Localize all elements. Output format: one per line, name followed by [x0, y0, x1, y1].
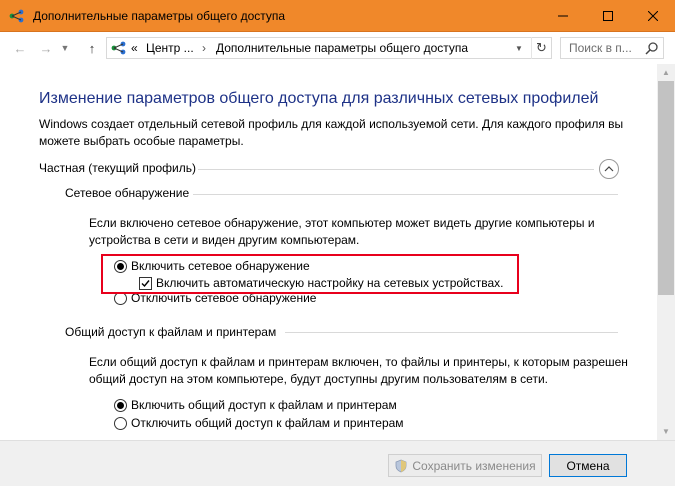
- address-dropdown-icon[interactable]: ▼: [511, 37, 527, 59]
- breadcrumb-current[interactable]: Дополнительные параметры общего доступа: [216, 41, 468, 55]
- refresh-icon[interactable]: ↻: [531, 37, 551, 59]
- footer-bar: Сохранить изменения Отмена: [0, 440, 675, 486]
- search-icon[interactable]: [645, 41, 659, 55]
- history-chevron-icon[interactable]: ▼: [60, 40, 70, 56]
- minimize-button[interactable]: [540, 0, 585, 31]
- content-area: Изменение параметров общего доступа для …: [0, 64, 657, 440]
- up-arrow-icon[interactable]: ↑: [84, 40, 100, 56]
- back-arrow-icon[interactable]: ←: [12, 40, 28, 56]
- collapse-button[interactable]: [599, 159, 619, 179]
- radio-label: Включить общий доступ к файлам и принтер…: [131, 398, 397, 412]
- search-input[interactable]: Поиск в п...: [560, 37, 664, 59]
- maximize-button[interactable]: [585, 0, 630, 31]
- breadcrumb-chevron-icon[interactable]: ›: [202, 41, 206, 55]
- radio-sharing-on[interactable]: Включить общий доступ к файлам и принтер…: [114, 397, 397, 413]
- save-button-label: Сохранить изменения: [412, 458, 536, 473]
- forward-arrow-icon[interactable]: →: [38, 40, 54, 56]
- title-bar: Дополнительные параметры общего доступа: [0, 0, 675, 32]
- profile-label: Частная (текущий профиль): [39, 161, 197, 175]
- profile-divider: [198, 169, 594, 170]
- breadcrumb-network-center[interactable]: Центр ...: [146, 41, 194, 55]
- shield-icon: [394, 459, 408, 473]
- network-icon: [9, 9, 25, 23]
- breadcrumb-overflow[interactable]: «: [131, 41, 138, 55]
- highlight-box: [101, 254, 519, 294]
- radio-button[interactable]: [114, 398, 127, 412]
- section-text-discovery: Если включено сетевое обнаружение, этот …: [89, 216, 595, 247]
- radio-sharing-off[interactable]: Отключить общий доступ к файлам и принте…: [114, 415, 404, 431]
- section-title-discovery: Сетевое обнаружение: [65, 186, 190, 200]
- section-title-sharing: Общий доступ к файлам и принтерам: [65, 325, 277, 339]
- scroll-down-icon[interactable]: ▼: [657, 423, 675, 440]
- cancel-button[interactable]: Отмена: [549, 454, 627, 477]
- section-text-sharing: Если общий доступ к файлам и принтерам в…: [89, 355, 628, 386]
- radio-button[interactable]: [114, 416, 127, 430]
- scrollbar-thumb[interactable]: [658, 81, 674, 295]
- window-title: Дополнительные параметры общего доступа: [33, 9, 286, 23]
- network-icon: [111, 41, 127, 55]
- search-placeholder: Поиск в п...: [569, 41, 632, 55]
- scroll-up-icon[interactable]: ▲: [657, 64, 675, 81]
- page-title: Изменение параметров общего доступа для …: [39, 90, 599, 107]
- navigation-bar: ← → ▼ ↑ « Центр ... › Дополнительные пар…: [0, 32, 675, 64]
- address-bar[interactable]: « Центр ... › Дополнительные параметры о…: [106, 37, 552, 59]
- vertical-scrollbar[interactable]: ▲ ▼: [657, 64, 675, 440]
- radio-label: Отключить общий доступ к файлам и принте…: [131, 416, 404, 430]
- close-button[interactable]: [630, 0, 675, 31]
- chevron-up-icon: [604, 166, 614, 172]
- section-divider: [193, 194, 618, 195]
- page-description: Windows создает отдельный сетевой профил…: [39, 117, 624, 148]
- save-button[interactable]: Сохранить изменения: [388, 454, 542, 477]
- section-divider: [285, 332, 618, 333]
